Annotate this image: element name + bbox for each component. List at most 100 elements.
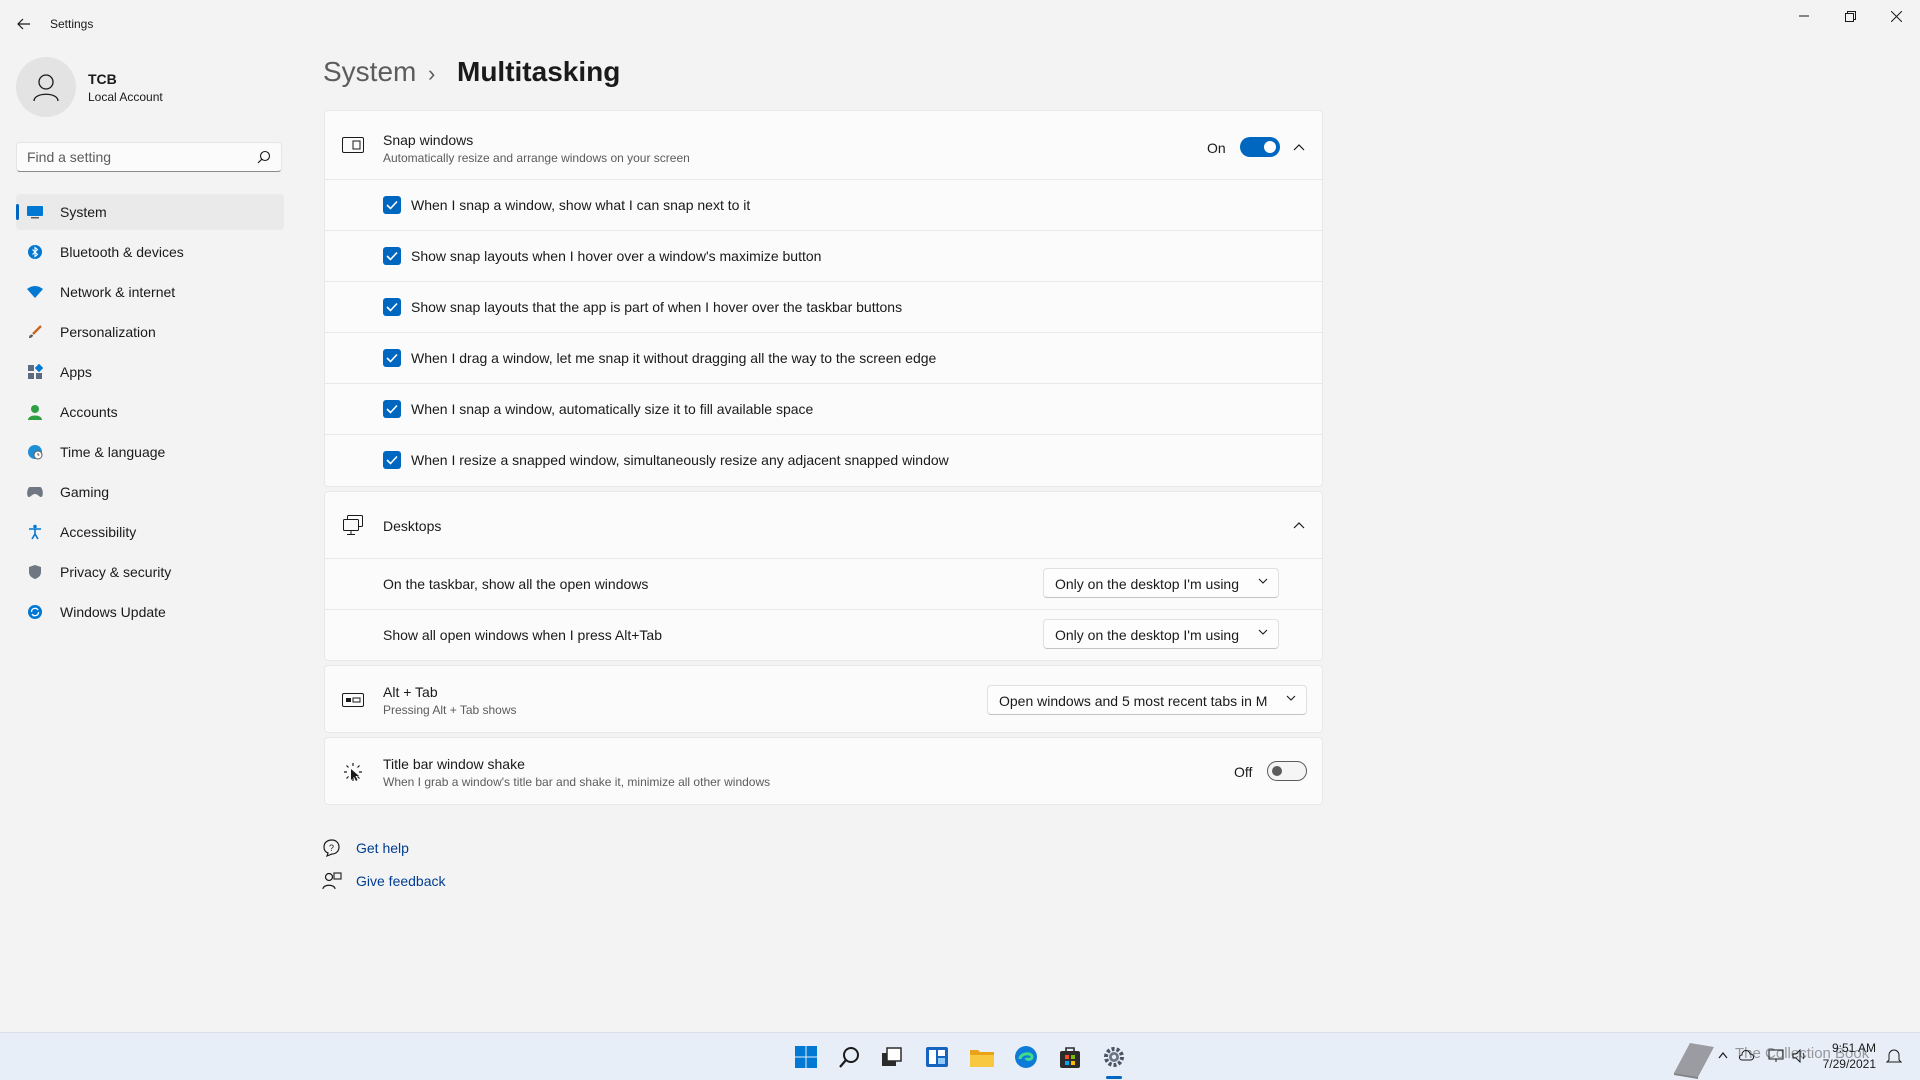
snap-windows-icon bbox=[341, 133, 365, 157]
store-button[interactable] bbox=[1054, 1041, 1086, 1073]
chevron-down-icon bbox=[1258, 578, 1268, 584]
avatar[interactable] bbox=[16, 57, 76, 117]
minimize-button[interactable] bbox=[1781, 0, 1827, 32]
cloud-icon[interactable] bbox=[1738, 1049, 1754, 1061]
sidebar-item-bluetooth[interactable]: Bluetooth & devices bbox=[16, 234, 284, 270]
window-shake-toggle[interactable] bbox=[1267, 761, 1307, 781]
restore-icon bbox=[1844, 10, 1856, 22]
snap-option-checkbox[interactable] bbox=[383, 451, 401, 469]
title-bar-shake-card: Title bar window shake When I grab a win… bbox=[324, 737, 1323, 805]
svg-text:?: ? bbox=[329, 843, 334, 853]
user-name: TCB bbox=[88, 71, 117, 87]
sidebar-item-label: Windows Update bbox=[60, 604, 166, 620]
breadcrumb-parent[interactable]: System bbox=[323, 56, 416, 88]
taskbar-search-button[interactable] bbox=[834, 1041, 866, 1073]
list-item: Show snap layouts that the app is part o… bbox=[325, 281, 1322, 332]
controller-icon bbox=[26, 483, 44, 501]
restore-button[interactable] bbox=[1827, 0, 1873, 32]
sidebar-item-system[interactable]: System bbox=[16, 194, 284, 230]
search-icon bbox=[838, 1045, 862, 1069]
snap-windows-title: Snap windows bbox=[383, 132, 474, 148]
edge-icon bbox=[1014, 1045, 1038, 1069]
list-item: When I snap a window, automatically size… bbox=[325, 383, 1322, 434]
sidebar-item-windows-update[interactable]: Windows Update bbox=[16, 594, 284, 630]
window-shake-title: Title bar window shake bbox=[383, 756, 525, 772]
sidebar-nav: System Bluetooth & devices Network & int… bbox=[16, 194, 284, 634]
snap-option-checkbox[interactable] bbox=[383, 298, 401, 316]
collapse-button[interactable] bbox=[1283, 509, 1315, 541]
chevron-up-icon[interactable] bbox=[1718, 1051, 1728, 1059]
sidebar-item-label: Privacy & security bbox=[60, 564, 172, 580]
list-item: When I drag a window, let me snap it wit… bbox=[325, 332, 1322, 383]
chevron-down-icon bbox=[1286, 695, 1296, 701]
update-icon bbox=[26, 603, 44, 621]
snap-option-label: When I snap a window, show what I can sn… bbox=[411, 197, 751, 213]
breadcrumb-separator: › bbox=[428, 61, 436, 86]
edge-button[interactable] bbox=[1010, 1041, 1042, 1073]
chevron-up-icon bbox=[1293, 143, 1305, 151]
file-explorer-icon bbox=[969, 1046, 995, 1068]
back-button[interactable] bbox=[10, 10, 38, 38]
clock-date[interactable]: 7/29/2021 bbox=[1800, 1057, 1876, 1071]
dropdown-value: Open windows and 5 most recent tabs in M bbox=[999, 693, 1268, 709]
desktops-icon bbox=[341, 513, 365, 537]
chevron-down-icon bbox=[1258, 629, 1268, 635]
sidebar-item-label: System bbox=[60, 204, 107, 220]
snap-option-checkbox[interactable] bbox=[383, 196, 401, 214]
widgets-button[interactable] bbox=[921, 1041, 953, 1073]
start-button[interactable] bbox=[790, 1041, 822, 1073]
clock-time[interactable]: 9:51 AM bbox=[1800, 1041, 1876, 1055]
sidebar-item-label: Personalization bbox=[60, 324, 156, 340]
give-feedback-link[interactable]: Give feedback bbox=[356, 873, 446, 889]
desktops-card: Desktops On the taskbar, show all the op… bbox=[324, 491, 1323, 661]
sidebar-item-time-language[interactable]: Time & language bbox=[16, 434, 284, 470]
sidebar-item-apps[interactable]: Apps bbox=[16, 354, 284, 390]
minimize-icon bbox=[1799, 11, 1809, 21]
sidebar-item-label: Accounts bbox=[60, 404, 118, 420]
sidebar-item-accounts[interactable]: Accounts bbox=[16, 394, 284, 430]
close-button[interactable] bbox=[1873, 0, 1919, 32]
start-icon bbox=[794, 1045, 818, 1069]
sidebar-item-privacy[interactable]: Privacy & security bbox=[16, 554, 284, 590]
collapse-button[interactable] bbox=[1283, 131, 1315, 163]
alt-tab-desktops-dropdown[interactable]: Only on the desktop I'm using bbox=[1043, 619, 1279, 649]
snap-option-checkbox[interactable] bbox=[383, 349, 401, 367]
file-explorer-button[interactable] bbox=[966, 1041, 998, 1073]
desktops-setting-label: On the taskbar, show all the open window… bbox=[383, 576, 649, 592]
notification-icon[interactable] bbox=[1886, 1047, 1902, 1065]
snap-option-checkbox[interactable] bbox=[383, 247, 401, 265]
list-item: Show all open windows when I press Alt+T… bbox=[325, 609, 1322, 660]
apps-icon bbox=[26, 363, 44, 381]
settings-taskbar-button[interactable] bbox=[1098, 1041, 1130, 1073]
person-icon bbox=[31, 72, 61, 102]
sidebar-item-accessibility[interactable]: Accessibility bbox=[16, 514, 284, 550]
snap-option-checkbox[interactable] bbox=[383, 400, 401, 418]
brush-icon bbox=[26, 323, 44, 341]
alt-tab-title: Alt + Tab bbox=[383, 684, 438, 700]
bluetooth-icon bbox=[26, 243, 44, 261]
shield-icon bbox=[26, 563, 44, 581]
network-icon[interactable] bbox=[1768, 1049, 1784, 1063]
title-bar: Settings bbox=[0, 0, 1920, 48]
wifi-icon bbox=[26, 283, 44, 301]
snap-windows-card: Snap windows Automatically resize and ar… bbox=[324, 110, 1323, 487]
monitor-icon bbox=[26, 203, 44, 221]
sidebar-item-personalization[interactable]: Personalization bbox=[16, 314, 284, 350]
alt-tab-dropdown[interactable]: Open windows and 5 most recent tabs in M bbox=[987, 685, 1307, 715]
get-help-link[interactable]: Get help bbox=[356, 840, 409, 856]
sidebar-item-gaming[interactable]: Gaming bbox=[16, 474, 284, 510]
snap-windows-toggle[interactable] bbox=[1240, 137, 1280, 157]
sidebar-item-label: Network & internet bbox=[60, 284, 176, 300]
window-shake-icon bbox=[341, 760, 365, 784]
taskbar-windows-dropdown[interactable]: Only on the desktop I'm using bbox=[1043, 568, 1279, 598]
back-arrow-icon bbox=[17, 18, 31, 30]
sidebar-item-network[interactable]: Network & internet bbox=[16, 274, 284, 310]
search-box[interactable] bbox=[16, 142, 282, 172]
window-shake-subtitle: When I grab a window's title bar and sha… bbox=[383, 775, 771, 789]
account-type: Local Account bbox=[88, 90, 163, 104]
task-view-button[interactable] bbox=[876, 1041, 908, 1073]
sidebar-item-label: Accessibility bbox=[60, 524, 137, 540]
sidebar-item-label: Apps bbox=[60, 364, 92, 380]
search-input[interactable] bbox=[17, 143, 257, 171]
feedback-icon bbox=[322, 871, 342, 891]
